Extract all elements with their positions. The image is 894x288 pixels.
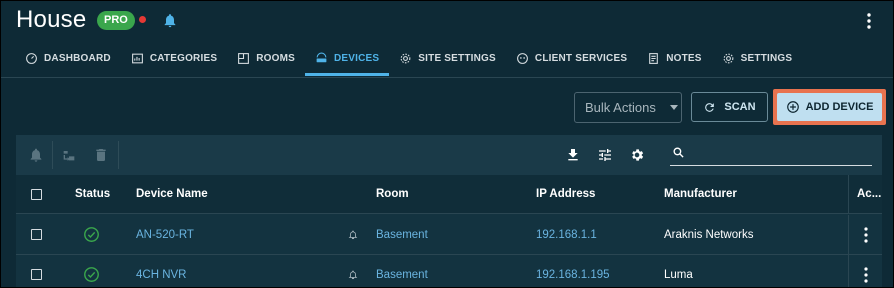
bulk-actions-label: Bulk Actions <box>585 100 656 115</box>
app-frame: House PRO DASHBOARD CATEGORIES ROOMS DEV… <box>0 0 894 288</box>
tab-label: DEVICES <box>333 52 380 64</box>
bell-icon[interactable] <box>162 12 178 29</box>
row-actions-cell <box>848 255 882 287</box>
row-actions-cell-inner <box>864 215 868 254</box>
chevron-down-icon <box>669 105 678 110</box>
tab-label: SITE SETTINGS <box>418 52 496 64</box>
add-device-label: ADD DEVICE <box>805 101 874 113</box>
search-box <box>670 144 872 166</box>
tab-label: ROOMS <box>256 52 295 64</box>
more-vertical-icon[interactable] <box>864 226 868 243</box>
client-services-icon <box>517 52 528 64</box>
tab-label: NOTES <box>666 52 702 64</box>
row-checkbox[interactable] <box>31 229 42 240</box>
scan-button[interactable]: SCAN <box>691 92 768 122</box>
tab-categories[interactable]: CATEGORIES <box>121 43 227 73</box>
row-actions-cell <box>848 215 882 254</box>
column-header-manufacturer[interactable]: Manufacturer <box>664 175 737 213</box>
devices-table: Status Device Name Room IP Address Manuf… <box>16 135 882 287</box>
column-header-status[interactable]: Status <box>75 175 110 213</box>
tab-devices[interactable]: DEVICES <box>304 43 390 76</box>
check-circle-icon <box>84 227 99 242</box>
manufacturer-cell: Araknis Networks <box>664 228 754 241</box>
more-vertical-icon[interactable] <box>864 266 868 283</box>
status-dot-icon <box>139 16 146 23</box>
tab-client-services[interactable]: CLIENT SERVICES <box>506 43 637 73</box>
column-header-room[interactable]: Room <box>376 175 409 213</box>
tabs-divider <box>1 77 893 78</box>
tab-label: CATEGORIES <box>149 52 218 64</box>
tab-label: DASHBOARD <box>44 52 111 64</box>
move-icon[interactable] <box>61 147 77 163</box>
table-row[interactable]: 4CH NVR Basement 192.168.1.195 Luma <box>16 255 882 287</box>
column-header-actions: Ac... <box>857 188 882 200</box>
nav-tabs: DASHBOARD CATEGORIES ROOMS DEVICES SITE … <box>15 43 803 76</box>
tab-rooms[interactable]: ROOMS <box>227 43 305 73</box>
select-all-checkbox[interactable] <box>31 188 42 200</box>
column-header-ip-address[interactable]: IP Address <box>536 175 595 213</box>
room-link[interactable]: Basement <box>376 255 428 287</box>
page-header: House PRO <box>1 1 893 41</box>
dashboard-icon <box>26 52 37 64</box>
rooms-icon <box>238 52 250 64</box>
trash-icon[interactable] <box>93 147 109 163</box>
ip-address-link[interactable]: 192.168.1.1 <box>536 215 597 254</box>
refresh-icon <box>705 102 715 112</box>
tab-dashboard[interactable]: DASHBOARD <box>15 43 121 73</box>
toolbar-divider <box>118 141 119 169</box>
page-title: House <box>16 6 87 33</box>
tab-label: SETTINGS <box>740 52 793 64</box>
tab-site-settings[interactable]: SITE SETTINGS <box>389 43 506 73</box>
row-select-cell <box>31 215 42 254</box>
actions-column: Ac... <box>848 175 882 213</box>
tab-settings[interactable]: SETTINGS <box>712 43 803 73</box>
column-header-device-name[interactable]: Device Name <box>136 175 208 213</box>
room-link[interactable]: Basement <box>376 215 428 254</box>
bell-outline-icon[interactable] <box>348 230 358 240</box>
row-checkbox[interactable] <box>31 269 42 280</box>
gear-icon <box>400 53 411 63</box>
download-icon[interactable] <box>565 147 581 163</box>
ip-address-link[interactable]: 192.168.1.195 <box>536 255 610 287</box>
manufacturer-cell: Luma <box>664 268 693 281</box>
check-circle-icon <box>84 267 99 282</box>
pro-badge: PRO <box>97 11 135 30</box>
search-input[interactable] <box>690 144 870 164</box>
device-name-link[interactable]: AN-520-RT <box>136 215 194 254</box>
select-all-cell <box>31 175 42 213</box>
notification-cell <box>348 255 358 287</box>
bulk-actions-select[interactable]: Bulk Actions <box>574 92 682 123</box>
add-device-button[interactable]: ADD DEVICE <box>777 93 882 121</box>
device-name-link[interactable]: 4CH NVR <box>136 255 186 287</box>
gear-icon[interactable] <box>629 147 645 163</box>
notification-cell <box>348 215 358 254</box>
more-menu-icon[interactable] <box>865 12 873 30</box>
table-toolbar <box>16 135 882 175</box>
notes-icon <box>649 52 659 64</box>
status-cell <box>83 215 100 254</box>
filter-sliders-icon[interactable] <box>597 147 613 163</box>
add-circle-icon <box>786 101 799 113</box>
row-select-cell <box>31 255 42 287</box>
search-icon <box>673 147 684 158</box>
categories-icon <box>131 53 143 63</box>
tab-label: CLIENT SERVICES <box>534 52 628 64</box>
tab-notes[interactable]: NOTES <box>637 43 711 73</box>
status-cell <box>83 255 100 287</box>
devices-icon <box>316 52 327 62</box>
row-actions-cell-inner <box>864 255 868 287</box>
toolbar-divider <box>52 141 53 169</box>
scan-label: SCAN <box>724 101 756 113</box>
table-header-row: Status Device Name Room IP Address Manuf… <box>16 175 882 214</box>
table-row[interactable]: AN-520-RT Basement 192.168.1.1 Araknis N… <box>16 215 882 255</box>
bell-outline-icon[interactable] <box>348 270 358 280</box>
gear-icon <box>723 53 734 63</box>
alarm-icon[interactable] <box>28 147 44 163</box>
